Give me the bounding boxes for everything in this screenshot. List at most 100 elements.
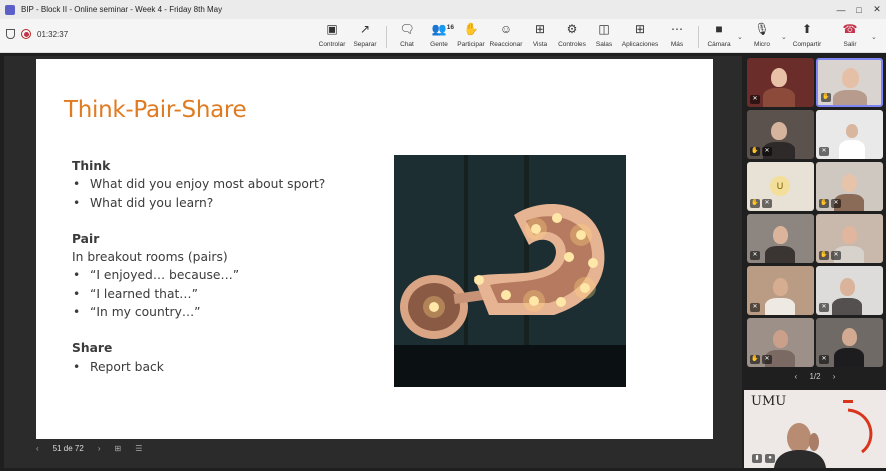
mic-off-icon: ✕ [762, 147, 772, 156]
pair-intro: In breakout rooms (pairs) [72, 250, 228, 265]
salas-label: Salas [595, 41, 613, 48]
aplicaciones-button[interactable]: ⊞ Aplicaciones [620, 22, 660, 48]
aplicaciones-label: Aplicaciones [621, 41, 659, 48]
separar-button[interactable]: ↗ Separar [345, 22, 385, 48]
more-button[interactable]: ⋯ Más [657, 22, 697, 48]
mic-off-icon: ✕ [750, 95, 760, 104]
participant-video [842, 174, 857, 192]
salas-button[interactable]: ◫ Salas [584, 22, 624, 48]
participant-tile[interactable]: ✕ [816, 266, 883, 315]
participant-tile[interactable]: ✋ ✕ [747, 110, 814, 159]
participant-video [765, 298, 795, 315]
controles-label: Controles [558, 41, 586, 48]
breakout-rooms-icon: ◫ [598, 22, 610, 36]
window-controls: — □ ✕ [832, 0, 886, 19]
control-icon: ▣ [326, 22, 338, 36]
mic-off-icon: ✕ [750, 303, 760, 312]
participant-video [840, 278, 855, 296]
smiley-icon: ☺ [499, 22, 513, 36]
window-title: BIP - Block II - Online seminar - Week 4… [21, 5, 223, 14]
participant-video [771, 122, 787, 140]
close-icon[interactable]: ✕ [868, 0, 886, 19]
participant-video [842, 226, 857, 244]
pair-bullet: “I enjoyed… because…” [72, 266, 325, 285]
share-screen-icon: ⬆ [801, 22, 813, 36]
hand-icon: ✋ [750, 199, 760, 208]
recording-icon [21, 29, 31, 39]
presentation-slide: Think-Pair-Share Think What did you enjo… [36, 59, 713, 439]
mic-off-icon: ✕ [831, 199, 841, 208]
slide-body: Think What did you enjoy most about spor… [72, 157, 325, 376]
participant-tile[interactable]: ✕ [816, 110, 883, 159]
meeting-toolbar: 01:32:37 ▣ Controlar ↗ Separar 🗨 Chat 👥 … [0, 19, 886, 53]
next-slide-icon[interactable]: › [98, 444, 101, 453]
teams-icon [5, 4, 15, 15]
participant-tile[interactable]: ✋ ✕ [816, 162, 883, 211]
chat-label: Chat [400, 41, 414, 48]
participant-tile[interactable]: ✕ [747, 214, 814, 263]
slide-page-indicator: 51 de 72 [52, 444, 84, 453]
mas-label: Más [670, 41, 684, 48]
camera-button[interactable]: ■ Cámara [699, 22, 739, 48]
hand-icon: ✋ [750, 147, 760, 156]
gallery-page-indicator: 1/2 [809, 372, 821, 381]
previous-page-icon[interactable]: ‹ [795, 372, 798, 381]
camara-label: Cámara [707, 41, 731, 48]
participant-video [842, 328, 857, 346]
share-heading: Share [72, 341, 113, 356]
title-bar: BIP - Block II - Online seminar - Week 4… [0, 0, 886, 19]
question-mark-marquee-photo [394, 155, 626, 387]
next-page-icon[interactable]: › [833, 372, 836, 381]
audio-level-icon: ▮ [752, 454, 762, 463]
shield-icon[interactable] [6, 29, 15, 39]
grid-view-icon[interactable]: ⊞ [114, 444, 121, 453]
previous-slide-icon[interactable]: ‹ [36, 444, 39, 453]
participant-video [839, 140, 865, 159]
mic-off-icon: ✕ [762, 355, 772, 364]
share-button[interactable]: ⬆ Compartir [787, 22, 827, 48]
camera-icon: ■ [715, 22, 723, 36]
chat-icon: 🗨 [399, 22, 415, 36]
controlar-label: Controlar [318, 41, 346, 48]
participant-tile[interactable]: ✕ [747, 266, 814, 315]
mic-off-icon: ✕ [762, 199, 772, 208]
slide-navigation: ‹ 51 de 72 › ⊞ ☰ [36, 444, 142, 453]
share-bullet: Report back [72, 358, 325, 377]
add-app-icon: ⊞ [634, 22, 646, 36]
mic-off-icon: ✕ [819, 355, 829, 364]
participant-tile[interactable]: U ✋ ✕ [747, 162, 814, 211]
leave-button[interactable]: ☎ Salir [830, 22, 870, 48]
participant-tile-active[interactable]: ✋ [816, 58, 883, 107]
maximize-icon[interactable]: □ [850, 0, 868, 19]
mic-options-chevron-icon[interactable]: ⌄ [781, 33, 787, 41]
participant-video [773, 226, 788, 244]
participant-video [834, 348, 864, 367]
hand-icon: ✋ [821, 93, 831, 102]
minimize-icon[interactable]: — [832, 0, 850, 19]
participant-tile[interactable]: ✋ ✕ [747, 318, 814, 367]
settings-sliders-icon[interactable]: ☰ [135, 444, 142, 453]
presenter-video-tile[interactable]: UMU ▮ ● [744, 390, 886, 468]
avatar: U [770, 176, 790, 196]
meeting-status: 01:32:37 [6, 29, 68, 39]
participant-video [832, 298, 862, 315]
participant-video [773, 278, 788, 296]
mic-icon: ● [765, 454, 775, 463]
people-icon: 👥 [431, 22, 447, 36]
participar-button[interactable]: ✋ Participar [451, 22, 491, 48]
mic-button[interactable]: 🎙 Micro [742, 22, 782, 48]
question-mark-illustration [394, 155, 626, 387]
hand-icon: ✋ [750, 355, 760, 364]
participant-tile[interactable]: ✕ [747, 58, 814, 107]
think-heading: Think [72, 159, 111, 173]
mic-off-icon: ✕ [831, 251, 841, 260]
leave-options-chevron-icon[interactable]: ⌄ [871, 33, 877, 41]
mic-off-icon: 🎙 [754, 22, 770, 36]
participant-tile[interactable]: ✕ [816, 318, 883, 367]
separar-label: Separar [353, 41, 377, 48]
micro-label: Micro [754, 41, 770, 48]
think-bullet: What did you enjoy most about sport? [72, 175, 325, 194]
participant-tile[interactable]: ✋ ✕ [816, 214, 883, 263]
mic-off-icon: ✕ [750, 251, 760, 260]
hand-icon: ✋ [819, 251, 829, 260]
